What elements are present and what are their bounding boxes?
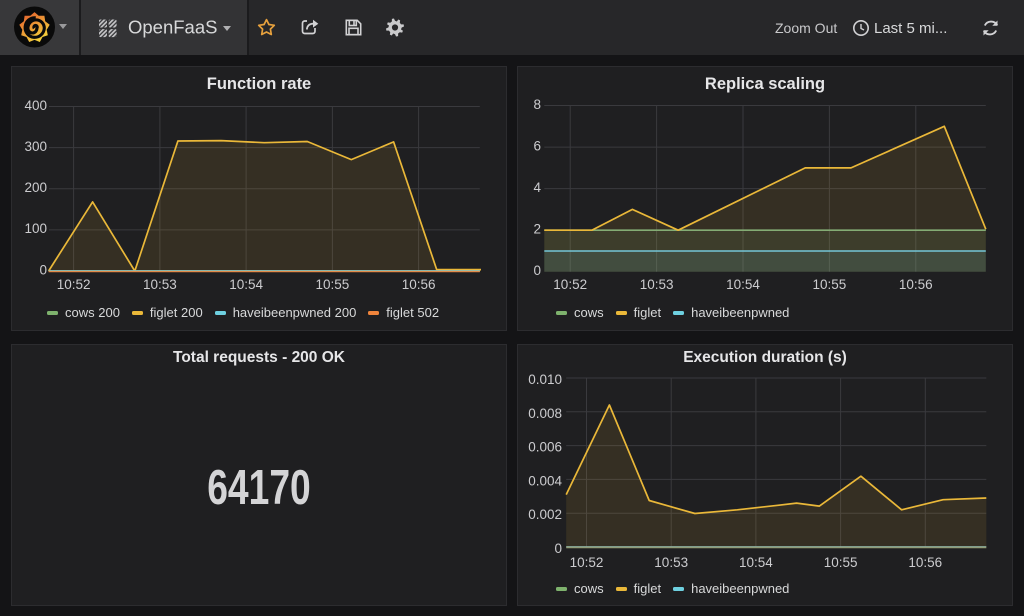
svg-text:300: 300 [24,139,47,154]
svg-text:100: 100 [24,221,47,236]
svg-text:8: 8 [533,97,541,112]
svg-text:0: 0 [533,263,541,278]
svg-text:10:55: 10:55 [813,277,847,292]
svg-text:0: 0 [39,263,47,278]
svg-text:10:52: 10:52 [553,277,587,292]
svg-text:10:56: 10:56 [899,277,933,292]
svg-text:OpenFaaS: OpenFaaS [128,17,217,38]
svg-text:200: 200 [24,180,47,195]
svg-text:10:53: 10:53 [143,277,177,292]
svg-text:10:55: 10:55 [316,277,350,292]
svg-text:10:53: 10:53 [640,277,674,292]
svg-text:400: 400 [24,98,47,113]
svg-text:6: 6 [533,139,541,154]
svg-text:10:55: 10:55 [824,555,858,570]
svg-text:Last 5 mi...: Last 5 mi... [874,20,947,37]
svg-text:10:56: 10:56 [402,277,436,292]
svg-text:10:54: 10:54 [739,555,773,570]
svg-text:10:53: 10:53 [654,555,688,570]
svg-text:10:52: 10:52 [57,277,91,292]
svg-text:0.006: 0.006 [528,440,562,455]
svg-text:2: 2 [533,222,541,237]
svg-text:0: 0 [554,541,562,556]
svg-text:4: 4 [533,180,541,195]
svg-text:10:52: 10:52 [570,555,604,570]
svg-text:10:56: 10:56 [908,555,942,570]
svg-text:0.008: 0.008 [528,406,562,421]
svg-text:10:54: 10:54 [229,277,263,292]
svg-text:0.010: 0.010 [528,372,562,387]
svg-text:0.004: 0.004 [528,474,562,489]
svg-text:10:54: 10:54 [726,277,760,292]
svg-text:Zoom Out: Zoom Out [775,20,837,36]
svg-text:0.002: 0.002 [528,507,562,522]
